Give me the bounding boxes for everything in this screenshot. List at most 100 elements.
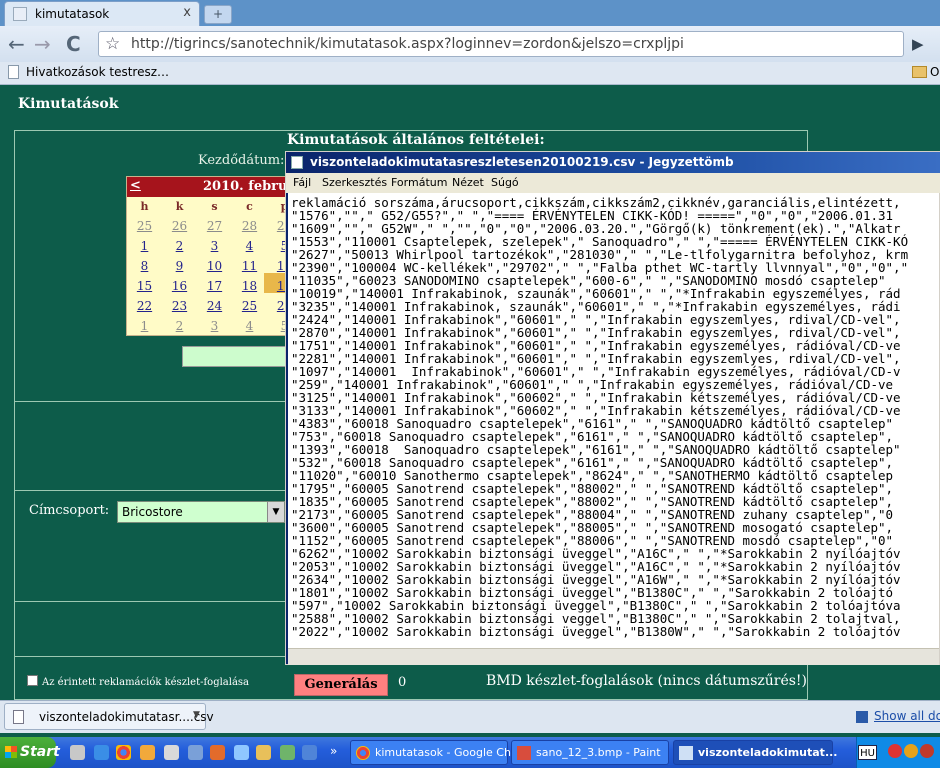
- url-text: http://tigrincs/sanotechnik/kimutatasok.…: [131, 36, 684, 52]
- network-icon[interactable]: [280, 745, 295, 760]
- calendar-day[interactable]: 22: [127, 299, 162, 313]
- calendar-day[interactable]: 12: [267, 259, 285, 273]
- chevron-down-icon[interactable]: ▼: [193, 710, 200, 720]
- chrome-icon: [356, 746, 370, 760]
- calendar-day[interactable]: 25: [232, 299, 267, 313]
- calendar-day[interactable]: 3: [197, 319, 232, 333]
- day-header: s: [211, 200, 218, 213]
- notepad-titlebar[interactable]: viszonteladokimutatasreszletesen20100219…: [286, 152, 940, 173]
- calendar-day[interactable]: 4: [232, 239, 267, 253]
- notepad-text-area[interactable]: reklamáció sorszáma,árucsoport,cikkszám,…: [288, 193, 939, 648]
- calendar-day[interactable]: 1: [127, 239, 162, 253]
- page-menu-icon[interactable]: ▶: [912, 35, 924, 53]
- day-header: k: [175, 200, 184, 213]
- start-button[interactable]: Start: [0, 737, 60, 768]
- menu-help[interactable]: Súgó: [491, 176, 519, 189]
- menu-view[interactable]: Nézet: [452, 176, 484, 189]
- calendar-day[interactable]: 4: [232, 319, 267, 333]
- horizontal-scrollbar[interactable]: [288, 648, 939, 665]
- calendar-day[interactable]: 2: [162, 239, 197, 253]
- notepad-title: viszonteladokimutatasreszletesen20100219…: [310, 155, 734, 169]
- chevron-down-icon[interactable]: ▼: [267, 502, 284, 522]
- calendar-day[interactable]: 26: [267, 299, 285, 313]
- task-paint[interactable]: sano_12_3.bmp - Paint: [511, 740, 669, 765]
- calendar-day[interactable]: 26: [162, 219, 197, 233]
- tab-title: kimutatasok: [35, 7, 110, 21]
- language-indicator[interactable]: HU: [858, 745, 877, 760]
- calendar-day[interactable]: 29: [267, 219, 285, 233]
- folder-icon[interactable]: [256, 745, 271, 760]
- notepad-icon: [679, 746, 693, 760]
- tray-icon[interactable]: [920, 744, 934, 758]
- chrome-icon[interactable]: [116, 745, 131, 760]
- menu-format[interactable]: Formátum: [391, 176, 447, 189]
- show-all-downloads-link[interactable]: Show all down: [856, 709, 940, 723]
- download-file-name: viszonteladokimutatasr....csv: [39, 710, 214, 724]
- calendar-day[interactable]: 16: [162, 279, 197, 293]
- calendar-day[interactable]: 15: [127, 279, 162, 293]
- task-notepad[interactable]: viszonteladokimutat...: [673, 740, 837, 765]
- app-icon[interactable]: [234, 745, 249, 760]
- download-icon: [856, 710, 868, 723]
- firefox-icon[interactable]: [210, 745, 225, 760]
- app-icon[interactable]: [188, 745, 203, 760]
- browser-tab[interactable]: kimutatasok x: [4, 1, 200, 26]
- start-date-input[interactable]: [182, 346, 286, 367]
- bookmark-folder-label[interactable]: O: [930, 65, 939, 79]
- bookmark-item[interactable]: Hivatkozások testresz…: [26, 65, 169, 79]
- calendar-day[interactable]: 2: [162, 319, 197, 333]
- download-item[interactable]: viszonteladokimutatasr....csv ▼: [4, 703, 214, 730]
- reservation-checkbox[interactable]: [27, 675, 38, 686]
- calculator-icon[interactable]: [164, 745, 179, 760]
- calendar-day[interactable]: 27: [197, 219, 232, 233]
- calendar-day[interactable]: 28: [232, 219, 267, 233]
- bookmarks-bar: Hivatkozások testresz… O: [0, 62, 940, 85]
- calendar-day[interactable]: 11: [232, 259, 267, 273]
- start-date-label: Kezdődátum:: [198, 153, 285, 168]
- antivirus-icon[interactable]: [888, 744, 902, 758]
- explorer-icon[interactable]: [140, 745, 155, 760]
- customer-group-select[interactable]: Bricostore ▼: [117, 501, 285, 523]
- section-title: Kimutatások általános feltételei:: [287, 132, 545, 148]
- notepad-window: viszonteladokimutatasreszletesen20100219…: [285, 151, 940, 665]
- calendar-day[interactable]: 24: [197, 299, 232, 313]
- task-chrome[interactable]: kimutatasok - Google Chr...: [350, 740, 525, 765]
- task-label: viszonteladokimutat...: [698, 746, 838, 759]
- calendar-day[interactable]: 5: [267, 319, 285, 333]
- address-bar[interactable]: ☆ http://tigrincs/sanotechnik/kimutataso…: [98, 31, 904, 57]
- calendar-day-selected[interactable]: 19: [267, 279, 285, 293]
- close-tab-icon[interactable]: x: [183, 5, 191, 20]
- calendar-day[interactable]: 1: [127, 319, 162, 333]
- calendar-day[interactable]: 5: [267, 239, 285, 253]
- prev-month-link[interactable]: <: [130, 178, 141, 193]
- windows-logo-icon: [5, 746, 17, 758]
- calendar-day[interactable]: 23: [162, 299, 197, 313]
- desktop-icon[interactable]: [70, 745, 85, 760]
- task-label: sano_12_3.bmp - Paint: [536, 746, 661, 759]
- calendar-day[interactable]: 17: [197, 279, 232, 293]
- page-title: Kimutatások: [18, 96, 119, 112]
- reload-button[interactable]: C: [66, 32, 81, 56]
- calendar-day[interactable]: 25: [127, 219, 162, 233]
- app-icon[interactable]: [302, 745, 317, 760]
- calendar-day[interactable]: 9: [162, 259, 197, 273]
- calendar-day[interactable]: 18: [232, 279, 267, 293]
- folder-icon[interactable]: [912, 66, 927, 78]
- calendar-day[interactable]: 10: [197, 259, 232, 273]
- calendar-day[interactable]: 8: [127, 259, 162, 273]
- start-label: Start: [20, 744, 60, 760]
- star-icon[interactable]: ☆: [105, 34, 120, 54]
- ie-icon[interactable]: [94, 745, 109, 760]
- tray-icon[interactable]: [904, 744, 918, 758]
- notepad-icon: [291, 156, 303, 169]
- back-button[interactable]: ←: [8, 32, 25, 56]
- menu-file[interactable]: Fájl: [293, 176, 311, 189]
- menu-edit[interactable]: Szerkesztés: [322, 176, 387, 189]
- new-tab-button[interactable]: +: [204, 5, 232, 24]
- generate-button[interactable]: Generálás: [294, 674, 388, 696]
- more-quicklaunch-icon[interactable]: »: [330, 744, 337, 758]
- calendar-month-title: 2010. február: [203, 179, 286, 194]
- forward-button[interactable]: →: [34, 32, 51, 56]
- reservation-checkbox-label: Az érintett reklamációk készlet-foglalás…: [42, 677, 250, 688]
- calendar-day[interactable]: 3: [197, 239, 232, 253]
